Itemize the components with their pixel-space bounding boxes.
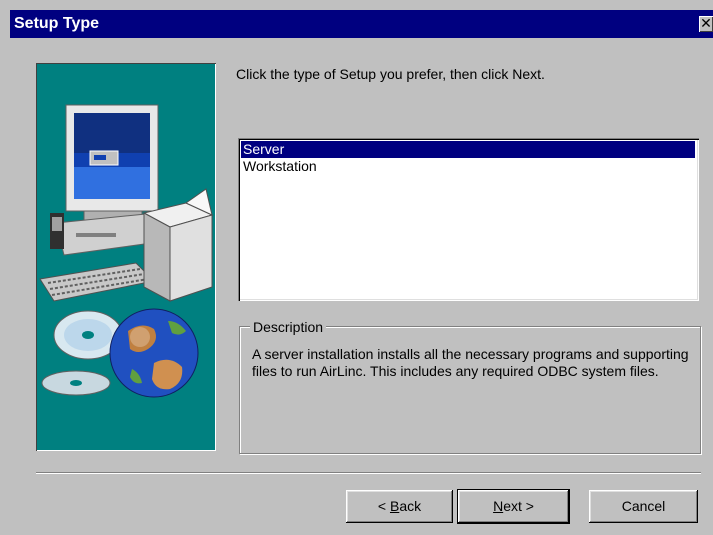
title-bar[interactable]: Setup Type ✕	[10, 10, 713, 38]
list-item-server[interactable]: Server	[241, 141, 695, 158]
list-item-workstation[interactable]: Workstation	[241, 158, 695, 175]
setup-illustration	[36, 63, 216, 451]
globe-icon	[109, 308, 199, 398]
setup-type-list[interactable]: Server Workstation	[238, 138, 699, 301]
back-button-prefix: <	[377, 498, 390, 514]
illustration-svg	[39, 104, 214, 398]
close-icon[interactable]: ✕	[699, 16, 713, 32]
back-button-mnemonic: B	[389, 498, 400, 514]
window-title: Setup Type	[14, 15, 100, 32]
instruction-text: Click the type of Setup you prefer, then…	[236, 66, 545, 82]
setup-type-dialog: Setup Type ✕ Click the type of Setup you…	[0, 0, 713, 535]
back-button-rest: ack	[399, 498, 422, 514]
separator	[36, 472, 701, 474]
cancel-button[interactable]: Cancel	[589, 490, 698, 523]
description-text: A server installation installs all the n…	[252, 346, 689, 379]
next-button[interactable]: Next >	[457, 489, 570, 524]
next-button-rest: ext >	[503, 498, 534, 514]
description-legend: Description	[250, 318, 327, 336]
next-button-mnemonic: N	[493, 498, 504, 514]
back-button[interactable]: < Back	[346, 490, 453, 523]
description-group: Description A server installation instal…	[239, 318, 701, 454]
